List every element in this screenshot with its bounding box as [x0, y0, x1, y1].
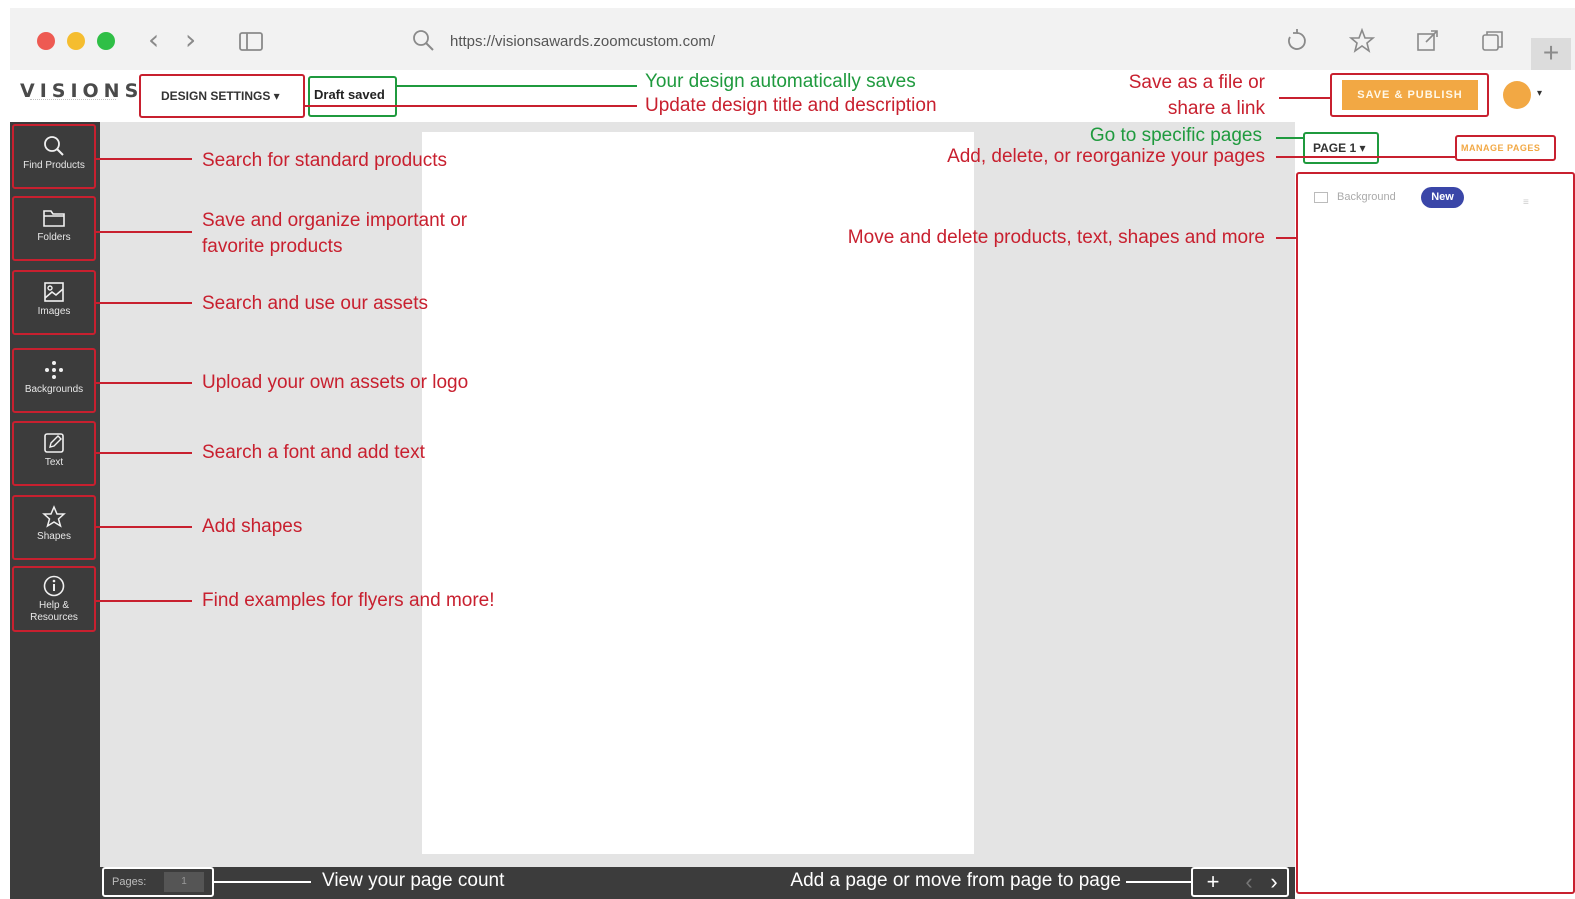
note-help: Find examples for flyers and more!	[202, 590, 495, 611]
annotation-box-page-nav	[1191, 867, 1289, 897]
maximize-window-button[interactable]	[97, 32, 115, 50]
leader-text	[96, 452, 192, 454]
note-page-nav: Add a page or move from page to page	[790, 870, 1121, 891]
leader-page-nav	[1126, 881, 1191, 883]
leader-autosave	[397, 85, 637, 87]
new-tab-button[interactable]: +	[1531, 38, 1571, 70]
annotation-box-page-count	[102, 867, 214, 897]
note-save-file-1: Save as a file or	[1128, 72, 1265, 93]
note-autosave: Your design automatically saves	[645, 71, 916, 92]
forward-icon[interactable]: ›	[185, 26, 196, 54]
leader-reorganize	[1276, 156, 1455, 158]
note-backgrounds: Upload your own assets or logo	[202, 372, 469, 393]
note-page-count: View your page count	[322, 870, 505, 891]
address-bar[interactable]: https://visionsawards.zoomcustom.com/	[450, 33, 715, 50]
annotation-box-manage-pages	[1455, 135, 1556, 161]
note-title-desc: Update design title and description	[645, 95, 937, 116]
note-move-delete: Move and delete products, text, shapes a…	[847, 227, 1265, 248]
annotation-box-text	[12, 421, 96, 486]
chevron-down-icon[interactable]: ▾	[1537, 88, 1542, 99]
annotation-box-save-publish	[1330, 73, 1489, 117]
leader-page-count	[214, 881, 311, 883]
annotation-box-find-products	[12, 124, 96, 189]
note-images: Search and use our assets	[202, 293, 429, 314]
tabs-icon[interactable]	[1480, 28, 1506, 54]
logo-tagline-rule	[30, 99, 116, 102]
annotation-box-design-settings	[139, 74, 305, 118]
annotation-box-images	[12, 270, 96, 335]
reload-icon[interactable]	[1284, 28, 1310, 54]
leader-specific-pages	[1276, 137, 1303, 139]
note-folders-1: Save and organize important or	[202, 210, 468, 231]
leader-title-desc	[305, 105, 637, 107]
annotation-box-shapes	[12, 495, 96, 560]
note-find-products: Search for standard products	[202, 150, 448, 171]
leader-save-file	[1279, 97, 1330, 99]
leader-help	[96, 600, 192, 602]
note-shapes: Add shapes	[202, 516, 303, 537]
share-icon[interactable]	[1415, 28, 1441, 54]
back-icon[interactable]: ‹	[148, 26, 159, 54]
annotation-box-help	[12, 566, 96, 632]
sidebar-toggle-icon[interactable]	[238, 29, 264, 55]
search-icon	[413, 30, 434, 51]
annotation-box-layers	[1296, 172, 1575, 894]
note-text: Search a font and add text	[202, 442, 425, 463]
annotation-box-backgrounds	[12, 348, 96, 413]
leader-backgrounds	[96, 382, 192, 384]
annotation-box-draft-saved	[308, 76, 397, 117]
minimize-window-button[interactable]	[67, 32, 85, 50]
user-avatar[interactable]	[1503, 81, 1531, 109]
leader-folders	[96, 231, 192, 233]
note-folders-2: favorite products	[202, 236, 343, 257]
leader-move-delete	[1276, 237, 1296, 239]
leader-find-products	[96, 158, 192, 160]
leader-shapes	[96, 526, 192, 528]
annotation-box-page-select	[1303, 132, 1379, 164]
leader-images	[96, 302, 192, 304]
annotation-box-folders	[12, 196, 96, 261]
note-reorganize: Add, delete, or reorganize your pages	[947, 146, 1265, 167]
note-save-file-2: share a link	[1167, 98, 1265, 119]
bookmark-star-icon[interactable]	[1349, 28, 1375, 54]
close-window-button[interactable]	[37, 32, 55, 50]
